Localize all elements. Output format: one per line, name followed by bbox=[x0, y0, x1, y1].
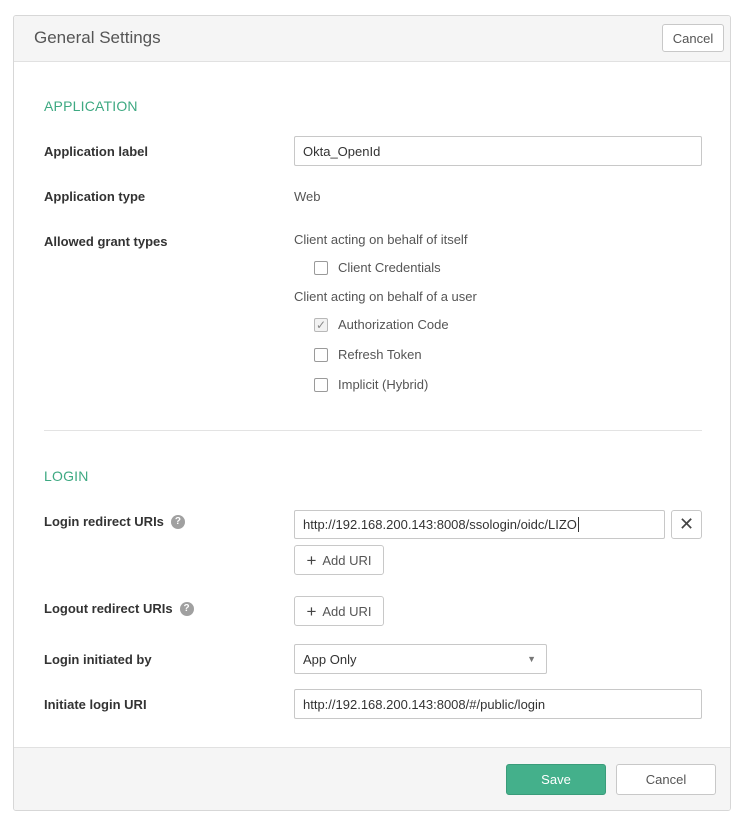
plus-icon: + bbox=[306, 550, 317, 570]
implicit-hybrid-checkbox[interactable] bbox=[314, 377, 328, 392]
add-uri-label: Add URI bbox=[322, 552, 372, 568]
grant-types-label: Allowed grant types bbox=[44, 234, 168, 249]
client-credentials-checkbox[interactable] bbox=[314, 260, 328, 275]
check-icon: ✓ bbox=[315, 317, 327, 332]
general-settings-panel: General Settings Cancel APPLICATION Appl… bbox=[13, 15, 731, 811]
plus-icon: + bbox=[306, 601, 317, 621]
application-type-value: Web bbox=[294, 189, 321, 204]
panel-footer: Save Cancel bbox=[14, 747, 730, 810]
login-redirect-uri-value: http://192.168.200.143:8008/ssologin/oid… bbox=[303, 517, 577, 532]
help-icon[interactable]: ? bbox=[170, 514, 185, 529]
section-divider bbox=[44, 430, 702, 431]
login-redirect-uris-text: Login redirect URIs bbox=[44, 514, 164, 529]
grant-option-client-credentials[interactable]: Client Credentials bbox=[314, 260, 441, 275]
add-login-redirect-uri-button[interactable]: + Add URI bbox=[294, 545, 384, 575]
header-cancel-button[interactable]: Cancel bbox=[662, 24, 724, 52]
initiate-login-uri-value: http://192.168.200.143:8008/#/public/log… bbox=[303, 696, 546, 712]
save-button[interactable]: Save bbox=[506, 764, 606, 795]
authorization-code-checkbox[interactable]: ✓ bbox=[314, 317, 328, 332]
login-initiated-by-select[interactable]: App Only ▼ bbox=[294, 644, 547, 674]
logout-redirect-uris-text: Logout redirect URIs bbox=[44, 601, 173, 616]
text-cursor bbox=[577, 517, 579, 532]
login-section-title: LOGIN bbox=[44, 468, 89, 484]
login-redirect-uri-input[interactable]: http://192.168.200.143:8008/ssologin/oid… bbox=[294, 510, 665, 539]
grant-option-implicit-hybrid[interactable]: Implicit (Hybrid) bbox=[314, 377, 428, 392]
initiate-login-uri-label: Initiate login URI bbox=[44, 697, 147, 712]
application-label-label: Application label bbox=[44, 144, 149, 159]
login-initiated-by-value: App Only bbox=[303, 651, 357, 667]
grant-group-user: Client acting on behalf of a user bbox=[294, 289, 477, 304]
grant-option-authorization-code[interactable]: ✓ Authorization Code bbox=[314, 317, 449, 332]
application-label-input[interactable]: Okta_OpenId bbox=[294, 136, 702, 166]
help-icon[interactable]: ? bbox=[179, 601, 194, 616]
refresh-token-label: Refresh Token bbox=[338, 347, 422, 362]
refresh-token-checkbox[interactable] bbox=[314, 347, 328, 362]
initiate-login-uri-input[interactable]: http://192.168.200.143:8008/#/public/log… bbox=[294, 689, 702, 719]
add-uri-label: Add URI bbox=[322, 603, 372, 619]
application-section-title: APPLICATION bbox=[44, 98, 138, 114]
add-logout-redirect-uri-button[interactable]: + Add URI bbox=[294, 596, 384, 626]
implicit-hybrid-label: Implicit (Hybrid) bbox=[338, 377, 429, 392]
login-initiated-by-label: Login initiated by bbox=[44, 652, 152, 667]
page-title: General Settings bbox=[34, 28, 161, 47]
authorization-code-label: Authorization Code bbox=[338, 317, 449, 332]
close-icon: ✕ bbox=[678, 514, 695, 534]
application-type-label: Application type bbox=[44, 189, 146, 204]
panel-header: General Settings Cancel bbox=[14, 16, 730, 62]
footer-cancel-button[interactable]: Cancel bbox=[616, 764, 716, 795]
grant-group-itself: Client acting on behalf of itself bbox=[294, 232, 468, 247]
grant-option-refresh-token[interactable]: Refresh Token bbox=[314, 347, 422, 362]
remove-redirect-uri-button[interactable]: ✕ bbox=[671, 510, 702, 539]
client-credentials-label: Client Credentials bbox=[338, 260, 441, 275]
chevron-down-icon: ▼ bbox=[527, 654, 536, 664]
application-label-value: Okta_OpenId bbox=[303, 143, 381, 159]
login-redirect-uris-label: Login redirect URIs ? bbox=[44, 514, 185, 529]
logout-redirect-uris-label: Logout redirect URIs ? bbox=[44, 601, 194, 616]
